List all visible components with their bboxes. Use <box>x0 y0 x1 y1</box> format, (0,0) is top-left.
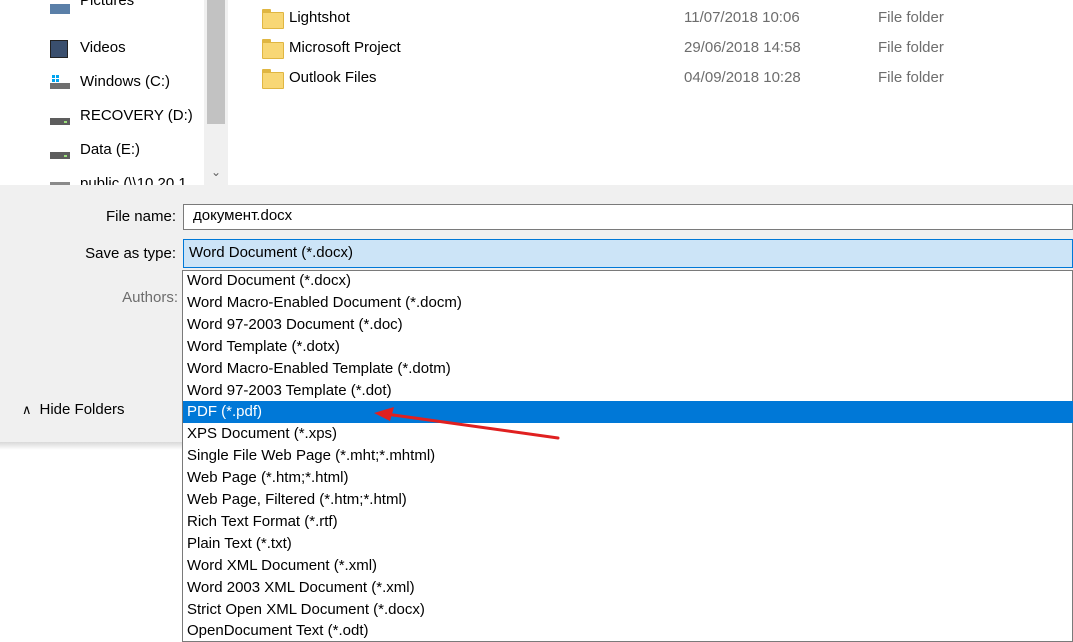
file-name-value: документ.docx <box>193 207 293 224</box>
type-option[interactable]: OpenDocument Text (*.odt) <box>187 620 368 642</box>
file-name-lightshot[interactable]: Lightshot <box>289 8 350 28</box>
pane-shadow <box>0 442 185 450</box>
type-option[interactable]: Word Template (*.dotx) <box>187 336 340 358</box>
drive-icon <box>50 152 70 159</box>
windows-drive-icon <box>50 75 70 89</box>
navigation-pane: Pictures Videos Windows (C:) RECOVERY (D… <box>0 0 230 185</box>
type-option[interactable]: Word Macro-Enabled Template (*.dotm) <box>187 358 451 380</box>
type-option[interactable]: Web Page (*.htm;*.html) <box>187 467 348 489</box>
file-name-input[interactable] <box>183 204 1073 230</box>
nav-item-pictures[interactable]: Pictures <box>80 0 134 11</box>
nav-item-windows-c[interactable]: Windows (C:) <box>80 72 170 92</box>
chevron-down-icon[interactable]: ⌄ <box>207 164 225 180</box>
file-type: File folder <box>878 39 944 56</box>
type-option[interactable]: Rich Text Format (*.rtf) <box>187 511 338 533</box>
authors-label: Authors: <box>122 289 178 306</box>
nav-scrollbar-thumb[interactable] <box>207 0 225 124</box>
type-option[interactable]: Word Document (*.docx) <box>187 270 351 292</box>
file-name-label: File name: <box>105 208 176 225</box>
type-option[interactable]: Word 97-2003 Document (*.doc) <box>187 314 403 336</box>
file-name-outlook-files[interactable]: Outlook Files <box>289 68 377 88</box>
file-type: File folder <box>878 69 944 86</box>
hide-folders-button[interactable]: ∧ Hide Folders <box>22 400 125 420</box>
save-as-type-value: Word Document (*.docx) <box>189 244 353 261</box>
chevron-up-icon: ∧ <box>22 402 32 417</box>
file-name-microsoft-project[interactable]: Microsoft Project <box>289 38 401 58</box>
save-as-type-label: Save as type: <box>85 245 176 262</box>
nav-item-videos[interactable]: Videos <box>80 38 126 58</box>
file-type: File folder <box>878 9 944 26</box>
folder-icon <box>262 39 284 59</box>
pictures-icon <box>50 4 70 14</box>
nav-item-data-e[interactable]: Data (E:) <box>80 140 140 160</box>
type-option-selected[interactable]: PDF (*.pdf) <box>183 401 1073 423</box>
type-option[interactable]: Strict Open XML Document (*.docx) <box>187 599 425 621</box>
nav-item-recovery-d[interactable]: RECOVERY (D:) <box>80 106 193 126</box>
type-option[interactable]: XPS Document (*.xps) <box>187 423 337 445</box>
nav-item-public[interactable]: public (\\10.20.1 <box>80 174 187 185</box>
folder-icon <box>262 69 284 89</box>
type-option[interactable]: Plain Text (*.txt) <box>187 533 292 555</box>
drive-icon <box>50 118 70 125</box>
type-option[interactable]: Web Page, Filtered (*.htm;*.html) <box>187 489 407 511</box>
type-option[interactable]: Word XML Document (*.xml) <box>187 555 377 577</box>
videos-icon <box>50 40 68 58</box>
folder-icon <box>262 9 284 29</box>
file-date: 29/06/2018 14:58 <box>684 39 801 56</box>
red-arrow-annotation <box>374 407 560 440</box>
hide-folders-label: Hide Folders <box>39 401 125 418</box>
type-option[interactable]: Single File Web Page (*.mht;*.mhtml) <box>187 445 435 467</box>
type-option[interactable]: Word 2003 XML Document (*.xml) <box>187 577 415 599</box>
type-option[interactable]: Word 97-2003 Template (*.dot) <box>187 380 392 402</box>
file-date: 11/07/2018 10:06 <box>684 9 800 26</box>
file-date: 04/09/2018 10:28 <box>684 69 801 86</box>
type-option[interactable]: Word Macro-Enabled Document (*.docm) <box>187 292 462 314</box>
